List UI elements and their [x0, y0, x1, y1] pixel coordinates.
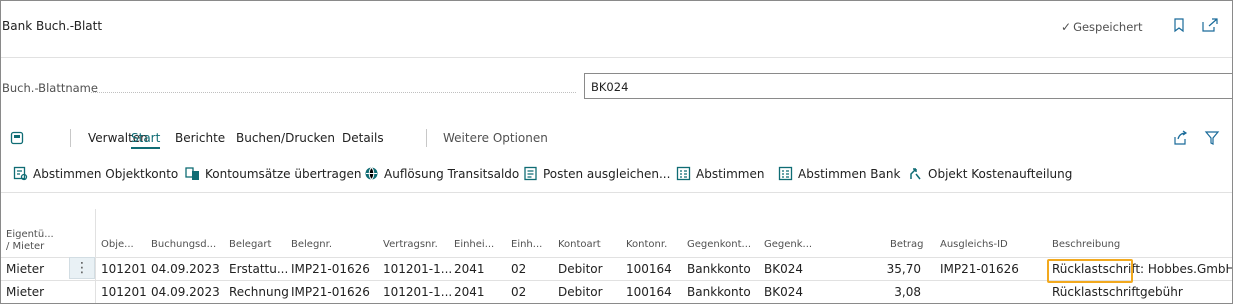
col-header-kontonr[interactable]: Kontonr.: [626, 239, 667, 250]
action-bar-separator: [426, 129, 427, 147]
action-abstimmen-bank[interactable]: Abstimmen Bank: [778, 166, 900, 181]
cell-gegenkontoart: Bankkonto: [687, 262, 751, 276]
list-icon: [778, 166, 793, 181]
action-label: Posten ausgleichen...: [543, 166, 671, 181]
transfer-icon: [185, 167, 199, 180]
col-header-gegenkontoart[interactable]: Gegenkont...: [687, 239, 751, 250]
row-context-menu-icon[interactable]: ⋮: [69, 257, 95, 279]
action-objekt-kostenaufteilung[interactable]: Objekt Kostenaufteilung: [908, 166, 1072, 181]
cell-kontoart: Debitor: [558, 285, 603, 299]
action-abstimmen[interactable]: Abstimmen: [676, 166, 764, 181]
promoted-actions: Abstimmen Objektkonto Kontoumsätze übert…: [1, 156, 1232, 193]
page-header: Bank Buch.-Blatt ✓ Gespeichert: [1, 1, 1232, 58]
action-aufloesung-transitsaldo[interactable]: Auflösung Transitsaldo: [364, 166, 519, 181]
col-header-vertragsnr[interactable]: Vertragsnr.: [383, 239, 438, 250]
action-details[interactable]: Details: [342, 131, 384, 145]
col-header-betrag[interactable]: Betrag: [890, 239, 924, 250]
cell-beschreibung: Rücklastschriftgebühr: [1052, 285, 1183, 299]
list-icon: [676, 166, 691, 181]
reconcile-icon: [13, 166, 28, 181]
page-view-icon[interactable]: [10, 130, 24, 149]
action-weitere-optionen[interactable]: Weitere Optionen: [443, 131, 548, 145]
cell-eigentuemer-mieter: Mieter: [6, 285, 45, 299]
cell-einh: 02: [511, 285, 527, 299]
col-header-einheit[interactable]: Einhei...: [454, 239, 494, 250]
action-abstimmen-objektkonto[interactable]: Abstimmen Objektkonto: [13, 166, 178, 181]
action-label: Abstimmen Objektkonto: [33, 166, 179, 181]
table-row[interactable]: Mieter 101201 04.09.2023 Rechnung IMP21-…: [1, 281, 1232, 303]
action-buchen-drucken[interactable]: Buchen/Drucken: [236, 131, 335, 145]
page-frame: Bank Buch.-Blatt ✓ Gespeichert Buch.-Bla…: [0, 0, 1233, 304]
col-header-kontoart[interactable]: Kontoart: [558, 239, 601, 250]
cell-belegart: Erstattu...: [229, 262, 289, 276]
saved-status: ✓ Gespeichert: [1061, 20, 1143, 34]
col-header-ausgleichs-id[interactable]: Ausgleichs-ID: [940, 239, 1008, 250]
action-bar-separator: [70, 129, 71, 147]
cell-kontonr: 100164: [626, 262, 672, 276]
filter-icon[interactable]: [1204, 130, 1220, 150]
cell-gegenkontonr: BK024: [764, 262, 804, 276]
cell-betrag: 35,70: [886, 262, 921, 276]
cell-vertragsnr: 101201-1...: [383, 262, 453, 276]
cell-kontoart: Debitor: [558, 262, 603, 276]
cell-gegenkontoart: Bankkonto: [687, 285, 751, 299]
field-leader-dots: [91, 92, 576, 93]
cell-belegnr: IMP21-01626: [291, 262, 370, 276]
journal-name-input[interactable]: BK024: [584, 73, 1232, 99]
cell-buchungsdatum: 04.09.2023: [151, 262, 220, 276]
cell-betrag: 3,08: [894, 285, 921, 299]
cell-einh: 02: [511, 262, 527, 276]
cell-belegart: Rechnung: [229, 285, 289, 299]
col-header-gegenkontonr[interactable]: Gegenk...: [764, 239, 812, 250]
cell-ausgleichs-id: IMP21-01626: [940, 262, 1019, 276]
action-start[interactable]: Start: [131, 131, 161, 149]
cell-belegnr: IMP21-01626: [291, 285, 370, 299]
col-header-beschreibung[interactable]: Beschreibung: [1052, 239, 1120, 250]
highlight-box: [1047, 259, 1133, 283]
action-berichte[interactable]: Berichte: [175, 131, 225, 145]
action-label: Abstimmen Bank: [798, 166, 901, 181]
action-posten-ausgleichen[interactable]: Posten ausgleichen...: [523, 166, 670, 181]
cell-einheit: 2041: [454, 285, 485, 299]
col-header-belegart[interactable]: Belegart: [229, 239, 271, 250]
cell-kontonr: 100164: [626, 285, 672, 299]
cell-einheit: 2041: [454, 262, 485, 276]
cell-eigentuemer-mieter: Mieter: [6, 262, 45, 276]
globe-icon: [365, 167, 378, 180]
split-icon: [910, 168, 921, 180]
col-header-mieter[interactable]: / Mieter: [6, 241, 44, 252]
cell-vertragsnr: 101201-1...: [383, 285, 453, 299]
cell-objekt: 101201: [101, 285, 147, 299]
col-header-buchungsdatum[interactable]: Buchungsd...: [151, 239, 216, 250]
cell-gegenkontonr: BK024: [764, 285, 804, 299]
page-title: Bank Buch.-Blatt: [2, 19, 103, 33]
action-label: Kontoumsätze übertragen: [205, 166, 362, 181]
apply-entries-icon: [524, 166, 537, 181]
bookmark-icon[interactable]: [1172, 17, 1190, 35]
action-label: Auflösung Transitsaldo: [384, 166, 520, 181]
col-header-objekt[interactable]: Obje...: [101, 239, 134, 250]
journal-name-label: Buch.-Blattname: [2, 81, 98, 95]
action-bar: Verwalten Start Berichte Buchen/Drucken …: [1, 125, 1232, 151]
cell-objekt: 101201: [101, 262, 147, 276]
open-new-window-icon[interactable]: [1201, 17, 1219, 35]
cell-buchungsdatum: 04.09.2023: [151, 285, 220, 299]
saved-label: Gespeichert: [1073, 20, 1143, 34]
col-header-eigentuemer[interactable]: Eigentü...: [6, 229, 54, 240]
action-kontoumsaetze-uebertragen[interactable]: Kontoumsätze übertragen: [185, 166, 362, 181]
col-header-belegnr[interactable]: Belegnr.: [291, 239, 332, 250]
checkmark-icon: ✓: [1061, 20, 1072, 34]
journal-name-field: Buch.-Blattname BK024: [1, 73, 1232, 101]
action-label: Abstimmen: [696, 166, 765, 181]
share-icon[interactable]: [1172, 130, 1188, 150]
col-header-einh[interactable]: Einh...: [511, 239, 542, 250]
action-label: Objekt Kostenaufteilung: [928, 166, 1073, 181]
